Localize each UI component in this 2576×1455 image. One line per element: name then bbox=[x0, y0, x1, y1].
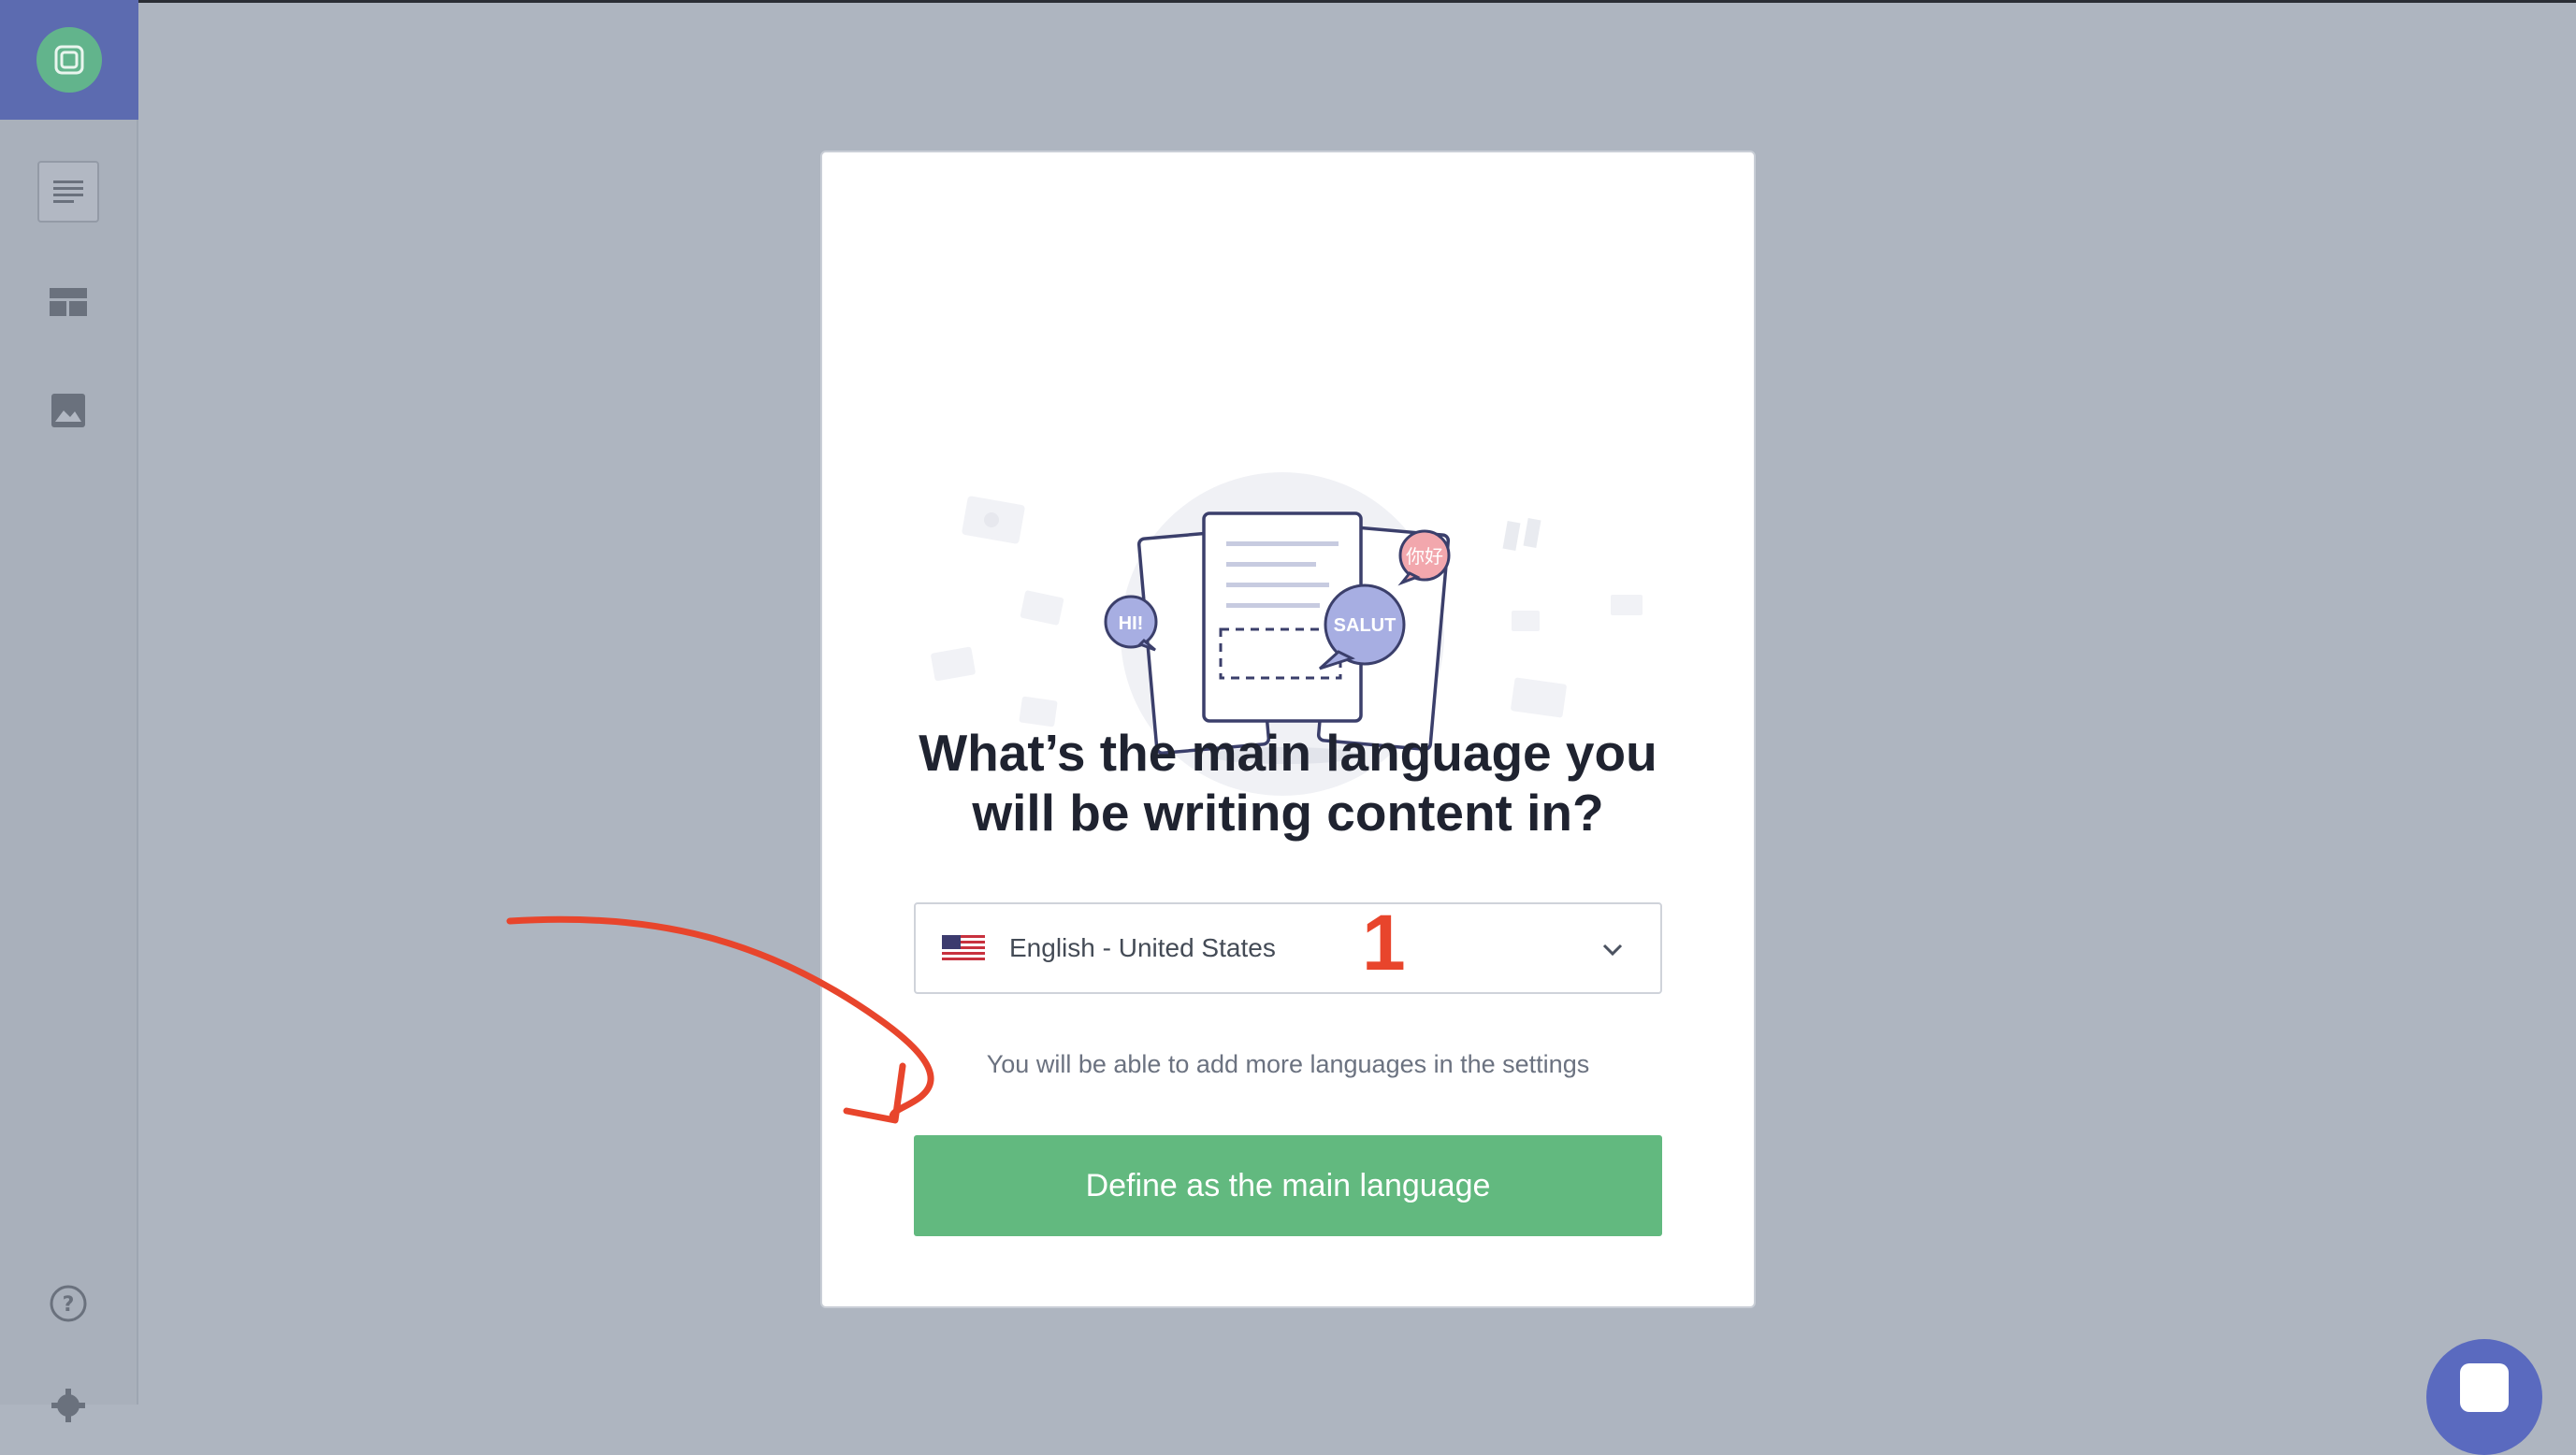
sidebar: ? bbox=[0, 0, 138, 1422]
bubble-salut-text: SALUT bbox=[1334, 615, 1397, 636]
sidebar-item-help[interactable]: ? bbox=[37, 1273, 99, 1334]
gear-icon bbox=[51, 1389, 85, 1422]
sidebar-item-settings[interactable] bbox=[37, 1375, 99, 1436]
language-hint: You will be able to add more languages i… bbox=[986, 1050, 1590, 1078]
logo-block[interactable] bbox=[0, 0, 138, 120]
app-logo-icon[interactable] bbox=[36, 27, 102, 93]
language-select-value: English - United States bbox=[1009, 933, 1276, 962]
layout-icon bbox=[50, 288, 87, 316]
list-icon bbox=[53, 180, 83, 203]
chat-icon bbox=[2460, 1363, 2509, 1412]
us-flag-icon bbox=[942, 935, 985, 963]
define-main-language-button[interactable]: Define as the main language bbox=[914, 1135, 1662, 1236]
sidebar-item-layout[interactable] bbox=[37, 271, 99, 333]
modal-title: What’s the main language you will be wri… bbox=[822, 723, 1754, 843]
language-select[interactable]: English - United States bbox=[914, 902, 1662, 994]
sidebar-item-media[interactable] bbox=[37, 380, 99, 441]
image-icon bbox=[51, 394, 85, 427]
annotation-step-number: 1 bbox=[1362, 899, 1406, 987]
bubble-nihao-text: 你好 bbox=[1406, 545, 1443, 568]
bubble-hi-text: HI! bbox=[1119, 613, 1144, 634]
modal-title-line1: What’s the main language you bbox=[919, 724, 1657, 782]
question-circle-icon: ? bbox=[50, 1285, 87, 1322]
language-modal: HI! SALUT 你好 What’s the main language yo… bbox=[820, 151, 1756, 1308]
chevron-down-icon[interactable] bbox=[1600, 938, 1625, 962]
svg-text:?: ? bbox=[63, 1293, 75, 1317]
chat-widget-button[interactable] bbox=[2426, 1339, 2542, 1455]
sidebar-item-content-list[interactable] bbox=[37, 161, 99, 223]
modal-title-line2: will be writing content in? bbox=[972, 784, 1604, 842]
